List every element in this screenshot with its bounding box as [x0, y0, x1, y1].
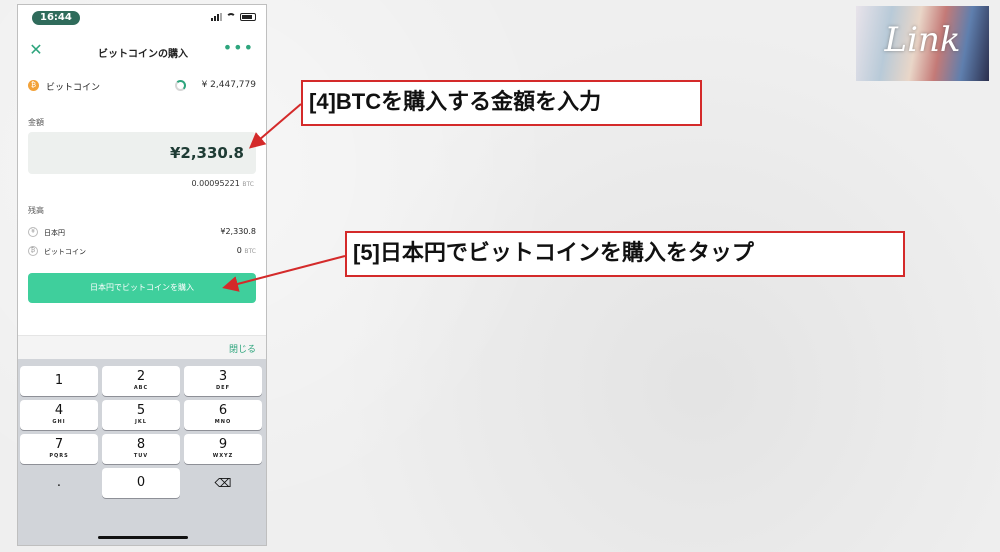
btc-conversion-unit: BTC: [242, 181, 254, 188]
key-9[interactable]: 9 WXYZ: [184, 434, 262, 464]
key-0[interactable]: 0: [102, 468, 180, 498]
key-digit: 4: [54, 403, 64, 418]
key-digit: 8: [136, 437, 146, 452]
coin-row: ₿ ビットコイン ¥ 2,447,779: [18, 75, 266, 97]
key-letters: MNO: [214, 419, 232, 425]
yen-icon: ¥: [28, 227, 38, 237]
coin-price: ¥ 2,447,779: [201, 80, 256, 90]
key-8[interactable]: 8 TUV: [102, 434, 180, 464]
btc-conversion-value: 0.00095221: [191, 179, 240, 188]
link-logo: Link: [856, 6, 989, 81]
key-letters: GHI: [52, 419, 66, 425]
buy-bitcoin-button[interactable]: 日本円でビットコインを購入: [28, 273, 256, 303]
nav-bar: ✕ ビットコインの購入 •••: [18, 38, 266, 66]
bitcoin-icon: ₿: [28, 80, 39, 91]
key-digit: 1: [54, 373, 64, 388]
key-letters: JKL: [135, 419, 147, 425]
key-letters: TUV: [133, 453, 149, 459]
phone-screen: 16:44 ✕ ビットコインの購入 ••• ₿ ビットコイン ¥ 2,447,7…: [17, 4, 267, 546]
balance-name: ビットコイン: [44, 248, 86, 256]
status-time: 16:44: [32, 11, 80, 25]
key-digit: 7: [54, 437, 64, 452]
balance-row-jpy: ¥ 日本円 ¥2,330.8: [28, 225, 256, 241]
keyboard-close-button[interactable]: 閉じる: [229, 342, 256, 355]
key-digit: 3: [218, 369, 228, 384]
keyboard-toolbar: 閉じる: [18, 335, 266, 359]
balance-value: ¥2,330.8: [220, 227, 256, 236]
key-letters: PQRS: [49, 453, 69, 459]
callout-step4: [4]BTCを購入する金額を入力: [301, 80, 702, 126]
more-icon[interactable]: •••: [223, 40, 254, 56]
balance-amount: ¥2,330.8: [220, 227, 256, 236]
status-icons: [211, 13, 256, 21]
price-refresh-ring-icon: [175, 80, 186, 91]
key-digit: 5: [136, 403, 146, 418]
balance-row-btc: ₿ ビットコイン 0 BTC: [28, 244, 256, 260]
key-backspace[interactable]: ⌫: [184, 468, 262, 498]
backspace-icon: ⌫: [214, 476, 232, 490]
signal-icon: [211, 13, 222, 21]
balance-amount: 0: [236, 246, 242, 255]
bitcoin-small-icon: ₿: [28, 246, 38, 256]
balance-unit: BTC: [244, 248, 256, 255]
btc-conversion: 0.00095221 BTC: [191, 179, 254, 188]
key-decimal[interactable]: .: [20, 468, 98, 498]
key-3[interactable]: 3 DEF: [184, 366, 262, 396]
key-digit: 2: [136, 369, 146, 384]
battery-icon: [240, 13, 256, 21]
amount-label: 金額: [28, 118, 44, 127]
callout-step5: [5]日本円でビットコインを購入をタップ: [345, 231, 905, 277]
logo-text: Link: [884, 20, 961, 60]
key-digit: 9: [218, 437, 228, 452]
key-digit: 6: [218, 403, 228, 418]
numeric-keypad: 1 2 ABC 3 DEF 4 GHI 5 JKL 6 MNO 7 PQRS 8 TUV 9W…: [18, 359, 266, 545]
coin-name: ビットコイン: [46, 83, 101, 93]
wifi-icon: [226, 13, 236, 21]
key-6[interactable]: 6 MNO: [184, 400, 262, 430]
key-7[interactable]: 7 PQRS: [20, 434, 98, 464]
balance-label: 残高: [28, 206, 44, 215]
key-letters: WXYZ: [212, 453, 234, 459]
balance-name: 日本円: [44, 229, 65, 237]
home-indicator: [98, 536, 188, 539]
key-2[interactable]: 2 ABC: [102, 366, 180, 396]
amount-input[interactable]: ¥2,330.8: [28, 132, 256, 174]
key-5[interactable]: 5 JKL: [102, 400, 180, 430]
key-digit: .: [56, 475, 62, 490]
key-digit: 0: [136, 475, 146, 490]
amount-value: ¥2,330.8: [169, 144, 244, 162]
key-4[interactable]: 4 GHI: [20, 400, 98, 430]
key-letters: ABC: [133, 385, 149, 391]
balance-value: 0 BTC: [237, 246, 256, 255]
key-letters: DEF: [216, 385, 230, 391]
key-1[interactable]: 1: [20, 366, 98, 396]
status-bar: 16:44: [18, 5, 266, 31]
